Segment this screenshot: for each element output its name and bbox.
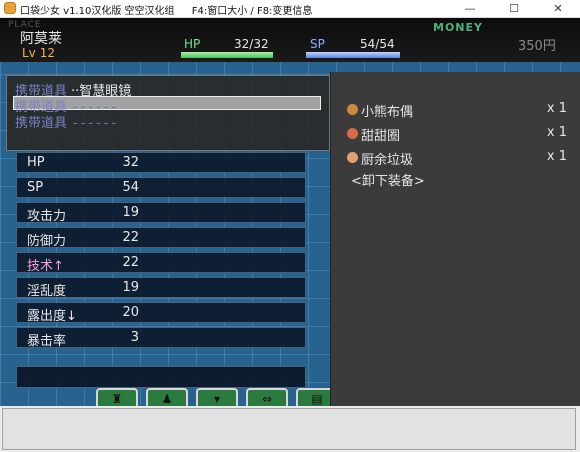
sp-value: 54/54 [360,37,395,51]
stat-row-technique: 技术↑ 22 [16,252,306,274]
stat-label: 防御力 [27,234,67,249]
equip-slot-window: 携带道具 ··智慧眼镜 携带道具 ------ 携带道具 ------ [6,75,330,151]
item-qty: x 1 [546,101,567,116]
item-name: 小熊布偶 [361,105,414,120]
item-name: 厨余垃圾 [361,153,414,168]
donut-icon [347,128,358,139]
window-title-text: 口袋少女 v1.10汉化版 空空汉化组 [20,6,175,17]
hp-bar [181,52,273,58]
stat-label: 淫乱度 [27,284,67,299]
stat-value: 19 [122,280,139,295]
list-item-teddy-bear[interactable]: 小熊布偶 x 1 [347,99,567,121]
description-box [16,366,306,388]
window-title: 口袋少女 v1.10汉化版 空空汉化组 F4:窗口大小 / F8:变更信息 [20,2,326,17]
tab-underwear[interactable]: ▾ [196,388,238,406]
stat-value: 54 [122,180,139,195]
game-viewport: PLACE 阿莫莱 Lv 12 HP 32/32 SP 54/54 MONEY 3… [0,18,580,406]
item-list-panel: 小熊布偶 x 1 甜甜圈 x 1 厨余垃圾 x 1 <卸下装备> [330,72,580,406]
level-value: 12 [39,46,56,60]
minimize-button[interactable]: — [448,0,492,17]
character-level: Lv 12 [22,46,55,60]
list-item-food-waste[interactable]: 厨余垃圾 x 1 [347,147,567,169]
stat-label: 攻击力 [27,209,67,224]
stat-value: 22 [122,255,139,270]
stat-value: 20 [122,305,139,320]
underwear-icon: ▾ [213,392,221,406]
item-qty: x 1 [546,125,567,140]
hp-bar-fill [181,52,273,58]
tab-bra[interactable]: ⇔ [246,388,288,406]
bottom-message-area [0,406,580,452]
slot-item: ------ [73,116,120,131]
list-item-donut[interactable]: 甜甜圈 x 1 [347,123,567,145]
status-header: PLACE 阿莫莱 Lv 12 HP 32/32 SP 54/54 MONEY 3… [0,18,580,62]
item-name: 甜甜圈 [361,129,401,144]
stat-row-crit: 暴击率 3 [16,327,306,349]
stat-label: HP [27,155,45,170]
sp-bar [306,52,400,58]
sp-label: SP [310,37,325,51]
tab-bag[interactable]: ♜ [96,388,138,406]
stat-row-sp: SP 54 [16,177,306,198]
stat-value: 32 [122,155,139,170]
stat-row-lewdness: 淫乱度 19 [16,277,306,299]
maximize-button[interactable]: ☐ [492,0,536,17]
money-value: 350円 [518,39,556,54]
level-label: Lv [22,46,36,60]
window-titlebar: 口袋少女 v1.10汉化版 空空汉化组 F4:窗口大小 / F8:变更信息 — … [0,0,580,18]
window-hint-text: F4:窗口大小 / F8:变更信息 [191,6,313,17]
message-box [2,408,576,450]
stat-value: 22 [122,230,139,245]
bag-icon: ♜ [111,392,123,406]
stat-label: 暴击率 [27,334,67,349]
stat-label: 露出度↓ [27,309,77,324]
bra-icon: ⇔ [261,392,273,406]
stat-value: 19 [122,205,139,220]
money-label: MONEY [433,21,483,34]
hp-value: 32/32 [234,37,269,51]
hp-label: HP [184,37,201,51]
equip-slot-3[interactable]: 携带道具 ------ [15,112,119,131]
trash-bag-icon [347,152,358,163]
sp-bar-fill [306,52,400,58]
stat-row-attack: 攻击力 19 [16,202,306,224]
close-button[interactable]: ✕ [536,0,580,17]
slot-label: 携带道具 [15,116,68,131]
character-name: 阿莫莱 [20,31,62,47]
stat-label: SP [27,180,44,195]
stat-row-defense: 防御力 22 [16,227,306,249]
card-icon: ▤ [311,392,323,406]
person-icon: ♟ [161,392,173,406]
app-icon [4,2,16,14]
stat-row-hp: HP 32 [16,152,306,173]
stat-row-exposure: 露出度↓ 20 [16,302,306,324]
stat-label: 技术↑ [27,259,64,274]
stat-value: 3 [130,330,139,345]
tab-character[interactable]: ♟ [146,388,188,406]
item-qty: x 1 [546,149,567,164]
remove-equipment-button[interactable]: <卸下装备> [351,170,425,189]
teddy-bear-icon [347,104,358,115]
